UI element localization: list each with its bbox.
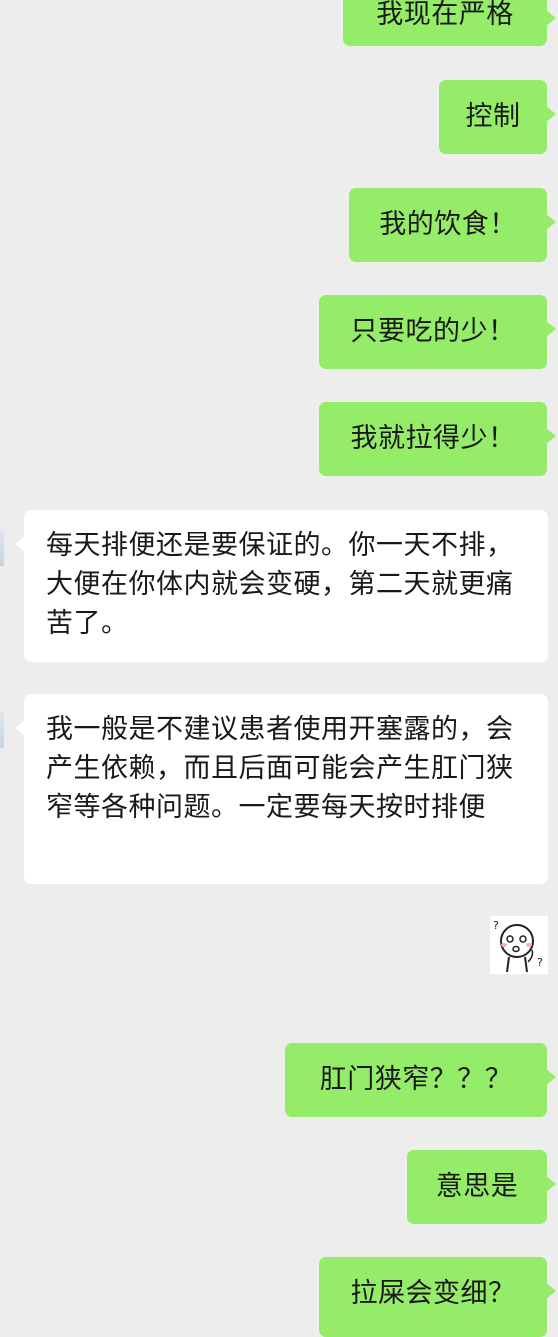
- message-text: 每天排便还是要保证的。你一天不排，大便在你体内就会变硬，第二天就更痛苦了。: [46, 530, 514, 639]
- message-text: 只要吃的少！: [350, 316, 516, 347]
- sent-message[interactable]: 只要吃的少！: [319, 295, 556, 369]
- message-text: 控制: [465, 101, 521, 132]
- sent-message[interactable]: 拉屎会变细？: [319, 1257, 556, 1337]
- contact-avatar[interactable]: [0, 530, 4, 566]
- confused-face-icon: ? ?: [490, 916, 548, 974]
- message-text: 我现在严格: [376, 0, 514, 30]
- sent-message[interactable]: 控制: [439, 80, 556, 154]
- svg-text:?: ?: [493, 919, 499, 932]
- message-text: 意思是: [435, 1171, 519, 1202]
- contact-avatar[interactable]: [0, 712, 4, 748]
- sent-message[interactable]: 我的饮食！: [349, 188, 556, 262]
- message-text: 我的饮食！: [379, 209, 517, 240]
- sent-message[interactable]: 我现在严格: [343, 0, 556, 46]
- sent-message[interactable]: 肛门狭窄？？？: [285, 1043, 556, 1117]
- sent-message[interactable]: 意思是: [407, 1150, 556, 1224]
- received-message[interactable]: 我一般是不建议患者使用开塞露的，会产生依赖，而且后面可能会产生肛门狭窄等各种问题…: [15, 694, 548, 884]
- confused-face-sticker[interactable]: ? ?: [490, 916, 548, 974]
- sent-message[interactable]: 我就拉得少！: [319, 402, 556, 476]
- message-text: 肛门狭窄？？？: [319, 1064, 513, 1095]
- message-text: 我就拉得少！: [350, 423, 516, 454]
- svg-text:?: ?: [537, 956, 543, 969]
- received-message[interactable]: 每天排便还是要保证的。你一天不排，大便在你体内就会变硬，第二天就更痛苦了。: [15, 510, 548, 662]
- message-text: 拉屎会变细？: [350, 1278, 516, 1309]
- message-text: 我一般是不建议患者使用开塞露的，会产生依赖，而且后面可能会产生肛门狭窄等各种问题…: [46, 714, 514, 823]
